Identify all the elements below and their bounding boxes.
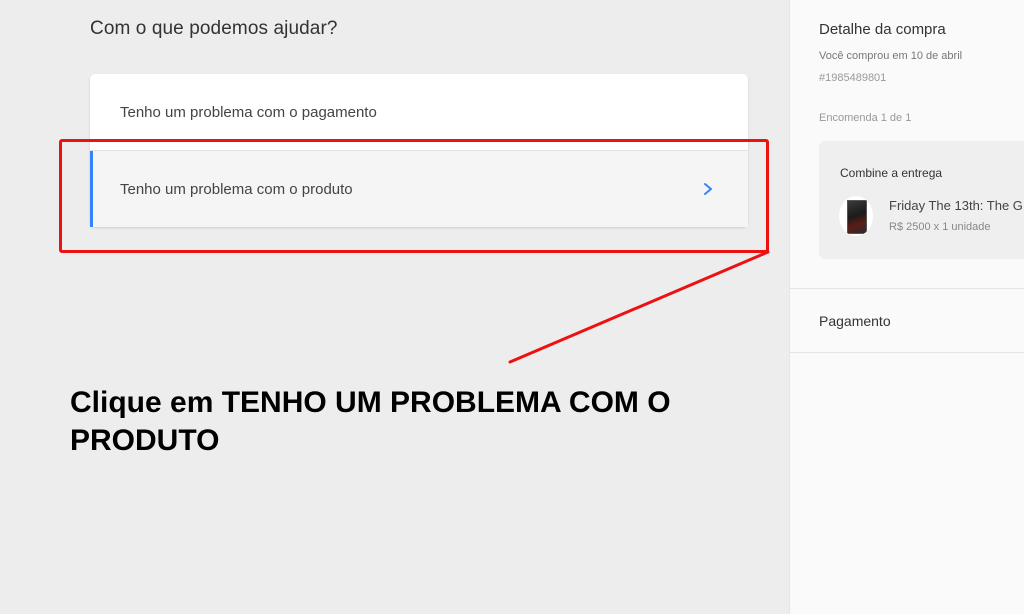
order-id: #1985489801 bbox=[819, 72, 887, 84]
shipping-title: Combine a entrega bbox=[840, 166, 943, 180]
chevron-right-icon bbox=[704, 183, 712, 195]
divider bbox=[790, 352, 1024, 353]
help-options-list: Tenho um problema com o pagamento Tenho … bbox=[90, 74, 748, 227]
option-product-problem[interactable]: Tenho um problema com o produto bbox=[90, 150, 748, 227]
product-name: Friday The 13th: The G bbox=[889, 198, 1023, 213]
divider bbox=[790, 288, 1024, 289]
product-cover-image bbox=[847, 200, 867, 234]
payment-section-title[interactable]: Pagamento bbox=[819, 313, 891, 329]
sidebar-title: Detalhe da compra bbox=[819, 21, 946, 38]
option-payment-problem[interactable]: Tenho um problema com o pagamento bbox=[90, 74, 748, 150]
package-count: Encomenda 1 de 1 bbox=[819, 112, 912, 124]
page: Com o que podemos ajudar? Tenho um probl… bbox=[0, 0, 1024, 614]
shipping-card[interactable]: Combine a entrega Friday The 13th: The G… bbox=[819, 141, 1024, 259]
purchase-date: Você comprou em 10 de abril bbox=[819, 50, 963, 62]
purchase-detail-sidebar: Detalhe da compra Você comprou em 10 de … bbox=[789, 0, 1024, 614]
instruction-caption: Clique em TENHO UM PROBLEMA COM O PRODUT… bbox=[70, 386, 671, 457]
option-label: Tenho um problema com o pagamento bbox=[120, 103, 377, 121]
product-price: R$ 2500 x 1 unidade bbox=[889, 221, 991, 233]
page-title: Com o que podemos ajudar? bbox=[90, 18, 338, 39]
product-thumbnail bbox=[839, 196, 873, 236]
help-panel: Com o que podemos ajudar? Tenho um probl… bbox=[0, 0, 789, 614]
option-label: Tenho um problema com o produto bbox=[120, 180, 353, 198]
